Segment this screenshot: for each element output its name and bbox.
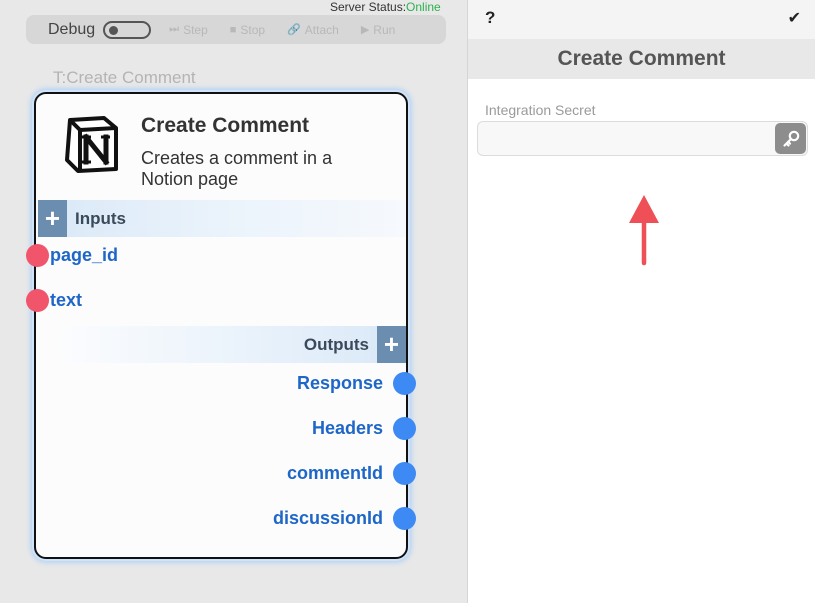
flow-canvas[interactable]: Server Status:Online Debug ⏭ Step ■ Stop…: [0, 0, 467, 603]
input-port-page-id: page_id: [26, 243, 118, 267]
output-port-headers: Headers: [312, 416, 416, 440]
step-button-label: Step: [183, 22, 208, 37]
output-port-dot[interactable]: [393, 506, 416, 530]
output-port-dot[interactable]: [393, 371, 416, 395]
link-icon: 🔗: [287, 24, 301, 36]
add-output-button[interactable]: +: [377, 326, 406, 363]
output-port-discussion-id: discussionId: [273, 506, 416, 530]
add-input-button[interactable]: +: [38, 200, 67, 237]
stop-button[interactable]: ■ Stop: [230, 23, 265, 37]
help-button[interactable]: ?: [485, 8, 495, 28]
panel-header-bar: ? ✔: [468, 0, 815, 39]
output-port-comment-id: commentId: [287, 461, 416, 485]
input-port-dot[interactable]: [26, 243, 49, 267]
server-status-label: Server Status:: [330, 0, 407, 14]
integration-secret-input[interactable]: [478, 122, 768, 155]
inputs-label: Inputs: [75, 208, 126, 228]
red-arrow-annotation-icon: [629, 195, 659, 266]
inputs-section: + Inputs: [38, 200, 406, 237]
stop-button-label: Stop: [240, 22, 266, 37]
properties-panel: ? ✔ Create Comment Integration Secret: [467, 0, 815, 603]
output-port-dot[interactable]: [393, 416, 416, 440]
notion-logo: [65, 116, 118, 173]
debug-label: Debug: [48, 20, 96, 38]
node-tag: T:Create Comment: [53, 68, 196, 87]
step-icon: ⏭: [169, 23, 180, 35]
output-port-label: Headers: [311, 417, 383, 438]
server-status-value: Online: [406, 0, 441, 14]
output-port-response: Response: [297, 371, 416, 395]
integration-secret-label: Integration Secret: [485, 102, 596, 118]
debug-toggle[interactable]: [103, 20, 152, 39]
server-status: Server Status:Online: [330, 0, 441, 14]
key-button[interactable]: [775, 123, 806, 154]
stop-icon: ■: [229, 23, 237, 36]
create-comment-node[interactable]: Create Comment Creates a comment in a No…: [26, 92, 416, 559]
output-port-label: discussionId: [272, 507, 383, 528]
output-port-dot[interactable]: [393, 461, 416, 485]
node-title: Create Comment: [141, 114, 310, 137]
attach-button-label: Attach: [304, 22, 339, 37]
debug-toggle-knob: [109, 25, 119, 35]
input-port-dot[interactable]: [26, 288, 49, 312]
outputs-section: Outputs +: [61, 326, 406, 363]
run-button-label: Run: [373, 22, 396, 37]
debug-toolbar: Debug ⏭ Step ■ Stop 🔗 Attach ▶ Run: [26, 15, 446, 44]
step-button[interactable]: ⏭ Step: [169, 23, 208, 37]
node-description: Creates a comment in a Notion page: [141, 148, 333, 189]
input-port-label: text: [50, 289, 83, 310]
attach-button[interactable]: 🔗 Attach: [287, 23, 339, 37]
output-port-label: commentId: [286, 462, 383, 483]
confirm-check-icon[interactable]: ✔: [788, 8, 801, 28]
key-icon: [782, 130, 799, 147]
integration-secret-field: [477, 121, 808, 156]
run-button[interactable]: ▶ Run: [361, 23, 395, 37]
output-port-label: Response: [296, 372, 383, 393]
panel-title: Create Comment: [468, 39, 815, 79]
input-port-label: page_id: [50, 244, 119, 265]
play-icon: ▶: [360, 24, 370, 36]
outputs-label: Outputs: [303, 334, 369, 354]
input-port-text: text: [26, 288, 82, 312]
